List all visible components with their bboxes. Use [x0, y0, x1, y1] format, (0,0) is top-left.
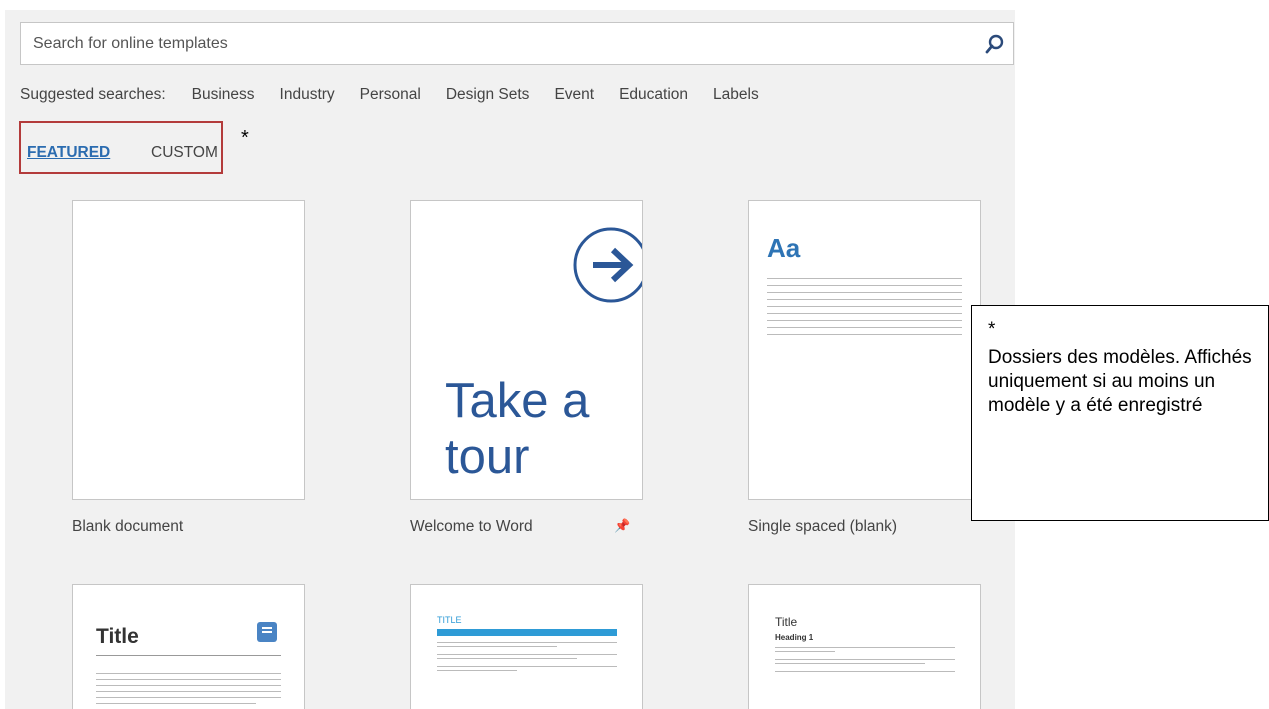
- text-line: [437, 670, 517, 671]
- text-line: [767, 334, 962, 335]
- text-line: [775, 651, 835, 652]
- suggested-search-industry[interactable]: Industry: [280, 86, 335, 104]
- template-folder-tabs-highlight: FEATURED CUSTOM: [19, 121, 223, 174]
- tab-featured[interactable]: FEATURED: [27, 144, 110, 162]
- template-heading-sample: Heading 1: [775, 633, 814, 642]
- tour-text-line2: tour: [445, 430, 530, 484]
- comment-icon: [257, 622, 277, 642]
- tour-text-line1: Take a: [445, 374, 590, 428]
- template-title[interactable]: Title: [72, 584, 305, 709]
- search-icon[interactable]: [983, 32, 1007, 56]
- text-line: [437, 658, 577, 659]
- text-line: [767, 313, 962, 314]
- text-line: [437, 654, 617, 655]
- template-gallery-panel: Suggested searches: Business Industry Pe…: [5, 10, 1015, 709]
- template-title-sample: Title: [775, 615, 798, 629]
- text-line: [775, 671, 955, 672]
- text-line: [767, 285, 962, 286]
- template-heading-sample: Aa: [767, 233, 801, 263]
- template-caption: Single spaced (blank): [748, 518, 898, 535]
- template-title-sample: Title: [96, 625, 139, 648]
- suggested-searches: Suggested searches: Business Industry Pe…: [20, 86, 784, 104]
- text-line: [96, 697, 281, 698]
- tour-text: Take a tour: [445, 373, 589, 485]
- text-line: [767, 327, 962, 328]
- text-line: [775, 663, 925, 664]
- text-line: [96, 679, 281, 680]
- annotation-note: * Dossiers des modèles. Affichés uniquem…: [971, 305, 1269, 521]
- text-line: [767, 306, 962, 307]
- text-line: [96, 691, 281, 692]
- suggested-search-personal[interactable]: Personal: [360, 86, 421, 104]
- note-asterisk: *: [988, 319, 996, 340]
- heading-bar: [437, 629, 617, 636]
- text-line: [767, 299, 962, 300]
- suggested-search-education[interactable]: Education: [619, 86, 688, 104]
- template-blue-title[interactable]: TITLE: [410, 584, 643, 709]
- arrow-circle-icon: [573, 227, 642, 303]
- text-line: [96, 703, 256, 704]
- suggested-search-labels[interactable]: Labels: [713, 86, 759, 104]
- text-line: [96, 673, 281, 674]
- template-title-sample: TITLE: [437, 615, 462, 625]
- template-blank-document[interactable]: [72, 200, 305, 500]
- divider: [96, 655, 281, 656]
- template-caption: Blank document: [72, 518, 184, 535]
- search-input[interactable]: [21, 23, 961, 64]
- suggested-searches-label: Suggested searches:: [20, 86, 166, 103]
- text-line: [767, 320, 962, 321]
- text-line: [775, 659, 955, 660]
- template-single-spaced-blank[interactable]: Aa: [748, 200, 981, 500]
- text-line: [767, 292, 962, 293]
- text-line: [437, 646, 557, 647]
- template-welcome-to-word[interactable]: Take a tour: [410, 200, 643, 500]
- template-title-heading[interactable]: Title Heading 1: [748, 584, 981, 709]
- text-line: [775, 647, 955, 648]
- suggested-search-event[interactable]: Event: [554, 86, 594, 104]
- note-text: Dossiers des modèles. Affichés uniquemen…: [988, 347, 1252, 416]
- annotation-asterisk: *: [241, 127, 249, 149]
- tab-custom[interactable]: CUSTOM: [151, 144, 218, 162]
- suggested-search-business[interactable]: Business: [192, 86, 255, 104]
- text-line: [767, 278, 962, 279]
- text-line: [437, 666, 617, 667]
- suggested-search-design-sets[interactable]: Design Sets: [446, 86, 530, 104]
- pin-icon[interactable]: 📌: [614, 518, 630, 534]
- template-search-box: [20, 22, 1014, 65]
- text-line: [437, 642, 617, 643]
- text-line: [96, 685, 281, 686]
- template-caption: Welcome to Word: [410, 518, 533, 535]
